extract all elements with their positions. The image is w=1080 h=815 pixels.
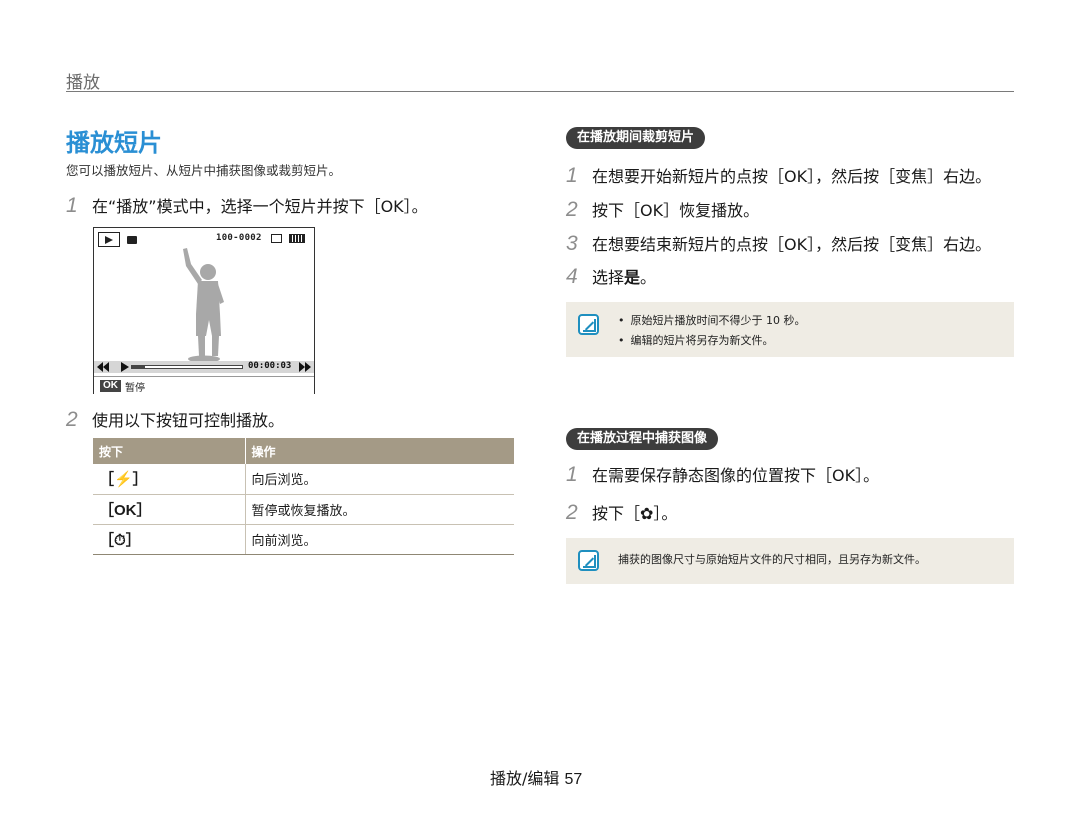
- note-item: 编辑的短片将另存为新文件。: [618, 331, 806, 351]
- playback-mode-icon: [98, 232, 120, 247]
- intro-text: 您可以播放短片、从短片中捕获图像或裁剪短片。: [66, 163, 342, 178]
- pause-label: 暂停: [125, 383, 145, 394]
- child-silhouette: [183, 248, 224, 363]
- camera-hint-bar: OK 暂停: [94, 376, 314, 394]
- table-row: ［⏱］ 向前浏览。: [93, 524, 514, 555]
- camera-screen: 100-0002 00:00:03 OK 暂停: [93, 227, 315, 394]
- step-text: 选择是。: [592, 264, 656, 288]
- table-row: ［⚡］ 向后浏览。: [93, 464, 514, 495]
- page-title: 播放短片: [66, 129, 162, 157]
- step-text: 在想要结束新短片的点按［OK］，然后按［变焦］右边。: [592, 235, 992, 254]
- header-divider: [66, 91, 1014, 92]
- fast-forward-icon: [299, 362, 311, 372]
- step-number: 2: [566, 198, 578, 221]
- playback-control-bar: 00:00:03: [94, 361, 314, 373]
- capture-step-1: 1 在需要保存静态图像的位置按下［OK］。: [566, 462, 879, 487]
- capture-step-2: 2 按下［✿］。: [566, 500, 677, 525]
- control-table: 按下 操作 ［⚡］ 向后浏览。 ［OK］ 暂停或恢复播放。 ［⏱］ 向前浏览。: [93, 438, 514, 555]
- trim-step-4: 4 选择是。: [566, 264, 656, 289]
- note-item: 捕获的图像尺寸与原始短片文件的尺寸相同，且另存为新文件。: [618, 553, 926, 566]
- play-icon: [121, 362, 129, 372]
- step-number: 1: [66, 194, 78, 217]
- capture-heading: 在播放过程中捕获图像: [566, 428, 719, 450]
- trim-step-3: 3 在想要结束新短片的点按［OK］，然后按［变焦］右边。: [566, 231, 991, 256]
- trim-step-2: 2 按下［OK］恢复播放。: [566, 197, 759, 222]
- trim-note-box: 原始短片播放时间不得少于 10 秒。 编辑的短片将另存为新文件。: [566, 302, 1014, 357]
- step-number: 1: [566, 463, 578, 486]
- ok-key-label: OK: [100, 380, 121, 392]
- option-yes: 是: [624, 268, 641, 287]
- note-icon: [578, 550, 599, 571]
- trim-note-list: 原始短片播放时间不得少于 10 秒。 编辑的短片将另存为新文件。: [618, 311, 806, 351]
- footer-section: 播放/编辑: [490, 769, 560, 788]
- capture-note-box: 捕获的图像尺寸与原始短片文件的尺寸相同，且另存为新文件。: [566, 538, 1014, 584]
- step-number: 3: [566, 232, 578, 255]
- button-cell: ［OK］: [93, 494, 246, 525]
- step-text: 按下［✿］。: [592, 504, 678, 523]
- playback-time: 00:00:03: [248, 361, 292, 371]
- step-text: 按下［OK］恢复播放。: [592, 201, 760, 220]
- rewind-icon: [97, 362, 109, 372]
- step-text: 在需要保存静态图像的位置按下［OK］。: [592, 466, 880, 485]
- step-text: 在“播放”模式中，选择一个短片并按下［OK］。: [92, 197, 428, 216]
- progress-bar: [131, 365, 243, 369]
- action-cell: 暂停或恢复播放。: [245, 494, 514, 525]
- page-number: 57: [564, 771, 583, 788]
- action-cell: 向前浏览。: [245, 524, 514, 555]
- trim-heading: 在播放期间裁剪短片: [566, 127, 706, 149]
- step-text: 使用以下按钮可控制播放。: [92, 411, 285, 430]
- left-step-2: 2 使用以下按钮可控制播放。: [66, 407, 284, 432]
- progress-fill: [132, 366, 146, 368]
- column-header-press: 按下: [93, 438, 246, 464]
- page-footer: 播放/编辑 57: [490, 765, 582, 789]
- memory-card-icon: [271, 234, 282, 243]
- step-number: 1: [566, 164, 578, 187]
- note-icon: [578, 314, 599, 335]
- movie-icon: [127, 236, 137, 244]
- table-row: ［OK］ 暂停或恢复播放。: [93, 494, 514, 525]
- step-text-suffix: 。: [640, 268, 657, 287]
- battery-icon: [289, 234, 305, 243]
- action-cell: 向后浏览。: [245, 464, 514, 495]
- file-number: 100-0002: [216, 233, 262, 243]
- left-step-1: 1 在“播放”模式中，选择一个短片并按下［OK］。: [66, 193, 428, 218]
- column-header-action: 操作: [245, 438, 514, 464]
- step-text: 在想要开始新短片的点按［OK］，然后按［变焦］右边。: [592, 167, 992, 186]
- note-item: 原始短片播放时间不得少于 10 秒。: [618, 311, 806, 331]
- step-number: 4: [566, 265, 578, 288]
- section-label: 播放: [66, 73, 100, 93]
- button-cell: ［⏱］: [93, 524, 246, 555]
- step-number: 2: [66, 408, 78, 431]
- step-text-prefix: 选择: [592, 268, 625, 287]
- button-cell: ［⚡］: [93, 464, 246, 495]
- table-header-row: 按下 操作: [93, 438, 514, 464]
- step-number: 2: [566, 501, 578, 524]
- trim-step-1: 1 在想要开始新短片的点按［OK］，然后按［变焦］右边。: [566, 163, 991, 188]
